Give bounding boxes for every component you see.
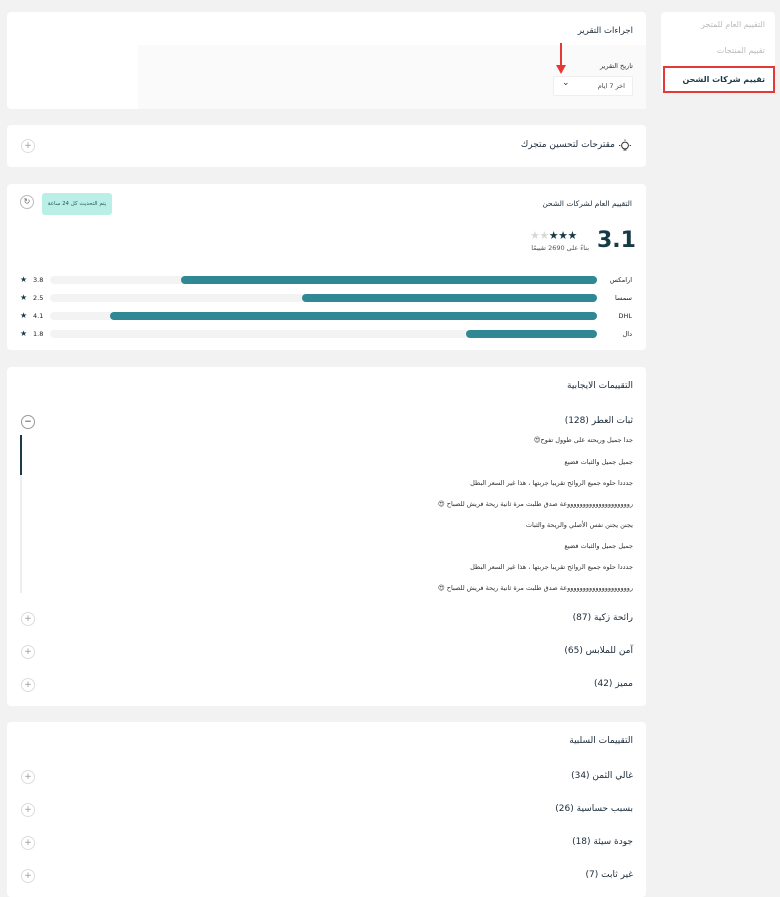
company-bar-fill (181, 276, 597, 284)
update-tooltip: يتم التحديث كل 24 ساعة (42, 193, 112, 215)
shipping-rating-card: التقييم العام لشركات الشحن ↻ يتم التحديث… (7, 184, 646, 350)
star-filled-icon: ★ (548, 229, 559, 242)
refresh-icon[interactable]: ↻ (20, 195, 34, 209)
positive-group-label[interactable]: مميز (42) (594, 679, 633, 689)
company-name: DHL (618, 312, 632, 320)
negative-group-label[interactable]: جودة سيئة (18) (572, 837, 633, 847)
comment-item: يجنن يجنن نفس الأصلي والريحة والثبات (525, 521, 633, 529)
positive-group-label[interactable]: آمن للملابس (65) (564, 646, 633, 656)
expand-plus-icon[interactable]: + (21, 869, 35, 883)
company-name: دال (622, 330, 632, 338)
star-filled-icon: ★ (567, 229, 578, 242)
company-name: سمسا (615, 294, 632, 302)
comment-item: رووووووووووووووووووووعة صدق طلبت مرة ثان… (437, 584, 633, 592)
company-value: 4.1 (33, 312, 44, 320)
comments-list: جدا جميل وريحته على طوول تفوح😍 جميل جميل… (27, 435, 633, 595)
expand-plus-icon[interactable]: + (21, 612, 35, 626)
comment-item: جميل جميل والثبات فضيع (564, 458, 633, 466)
star-empty-icon: ★ (539, 229, 549, 242)
positive-reviews-title: التقييمات الايجابية (567, 381, 633, 391)
reviews-count: بناءً على 2690 تقييمًا (531, 244, 589, 252)
company-bar-fill (465, 330, 597, 338)
company-row: ★ 4.1 DHL (7, 311, 646, 321)
company-value: 2.5 (33, 294, 44, 302)
star-icon: ★ (20, 275, 28, 284)
comment-item: رووووووووووووووووووووعة صدق طلبت مرة ثان… (437, 500, 633, 508)
sidebar-item-shipping-rating[interactable]: تقييم شركات الشحن (663, 66, 775, 93)
sidebar-item-product-rating[interactable]: تقييم المنتجات (661, 38, 773, 64)
annotation-arrow-icon (556, 43, 566, 74)
comment-item: جدا جميل وريحته على طوول تفوح😍 (533, 436, 633, 444)
company-bar-track (50, 312, 597, 320)
comment-item: جميل جميل والثبات فضيع (564, 542, 633, 550)
shipping-rating-title: التقييم العام لشركات الشحن (542, 199, 632, 208)
report-date-label: تاريخ التقرير (599, 62, 633, 70)
expand-plus-icon[interactable]: + (21, 770, 35, 784)
positive-group-label[interactable]: ثبات العطر (128) (565, 416, 633, 426)
expand-plus-icon[interactable]: + (21, 678, 35, 692)
negative-group-label[interactable]: غير ثابت (7) (586, 870, 633, 880)
company-bar-track (50, 294, 597, 302)
company-value: 3.8 (33, 276, 44, 284)
company-bar-fill (301, 294, 597, 302)
report-actions-card: اجراءات التقرير تاريخ التقرير اخر 7 ايام… (7, 12, 646, 109)
comment-item: جدددا حلوه جميع الروائح تقريبا جربتها ، … (470, 479, 633, 487)
comments-scroll-track[interactable] (20, 435, 22, 593)
expand-plus-icon[interactable]: + (21, 645, 35, 659)
expand-plus-icon[interactable]: + (21, 836, 35, 850)
negative-reviews-card: التقييمات السلبية غالي الثمن (34) + بسبب… (7, 722, 646, 897)
comment-item: جدددا حلوه جميع الروائح تقريبا جربتها ، … (470, 563, 633, 571)
negative-reviews-title: التقييمات السلبية (569, 736, 633, 746)
lightbulb-icon (618, 138, 632, 152)
star-icon: ★ (20, 293, 28, 302)
company-name: ارامكس (609, 276, 632, 284)
company-bar-track (50, 330, 597, 338)
company-row: ★ 3.8 ارامكس (7, 275, 646, 285)
overall-score: 3.1 (597, 228, 636, 253)
negative-group-label[interactable]: بسبب حساسية (26) (555, 804, 633, 814)
company-bar-fill (110, 312, 597, 320)
company-value: 1.8 (33, 330, 44, 338)
scrollbar-thumb[interactable] (20, 435, 22, 475)
sidebar: التقييم العام للمتجر تقييم المنتجات تقيي… (661, 12, 775, 93)
positive-reviews-card: التقييمات الايجابية ثبات العطر (128) − ج… (7, 367, 646, 706)
suggestions-title: مقترحات لتحسين متجرك (520, 140, 615, 150)
expand-plus-icon[interactable]: + (21, 803, 35, 817)
company-row: ★ 2.5 سمسا (7, 293, 646, 303)
star-icon: ★ (20, 329, 28, 338)
company-row: ★ 1.8 دال (7, 329, 646, 339)
suggestions-card[interactable]: مقترحات لتحسين متجرك + (7, 125, 646, 167)
expand-suggestions-plus-icon[interactable]: + (21, 139, 35, 153)
company-bar-track (50, 276, 597, 284)
negative-group-label[interactable]: غالي الثمن (34) (571, 771, 633, 781)
score-stars: ★★★★★ (530, 229, 590, 242)
report-actions-title: اجراءات التقرير (577, 26, 633, 36)
sidebar-item-store-rating[interactable]: التقييم العام للمتجر (661, 12, 773, 38)
collapse-minus-icon[interactable]: − (21, 415, 35, 429)
star-empty-icon: ★ (530, 229, 540, 242)
chevron-down-icon: ⌄ (562, 78, 570, 88)
report-date-select[interactable]: اخر 7 ايام ⌄ (553, 76, 633, 96)
star-icon: ★ (20, 311, 28, 320)
positive-group-label[interactable]: رائحة زكية (87) (573, 613, 633, 623)
report-date-value: اخر 7 ايام (597, 82, 625, 90)
star-filled-icon: ★ (558, 229, 568, 242)
